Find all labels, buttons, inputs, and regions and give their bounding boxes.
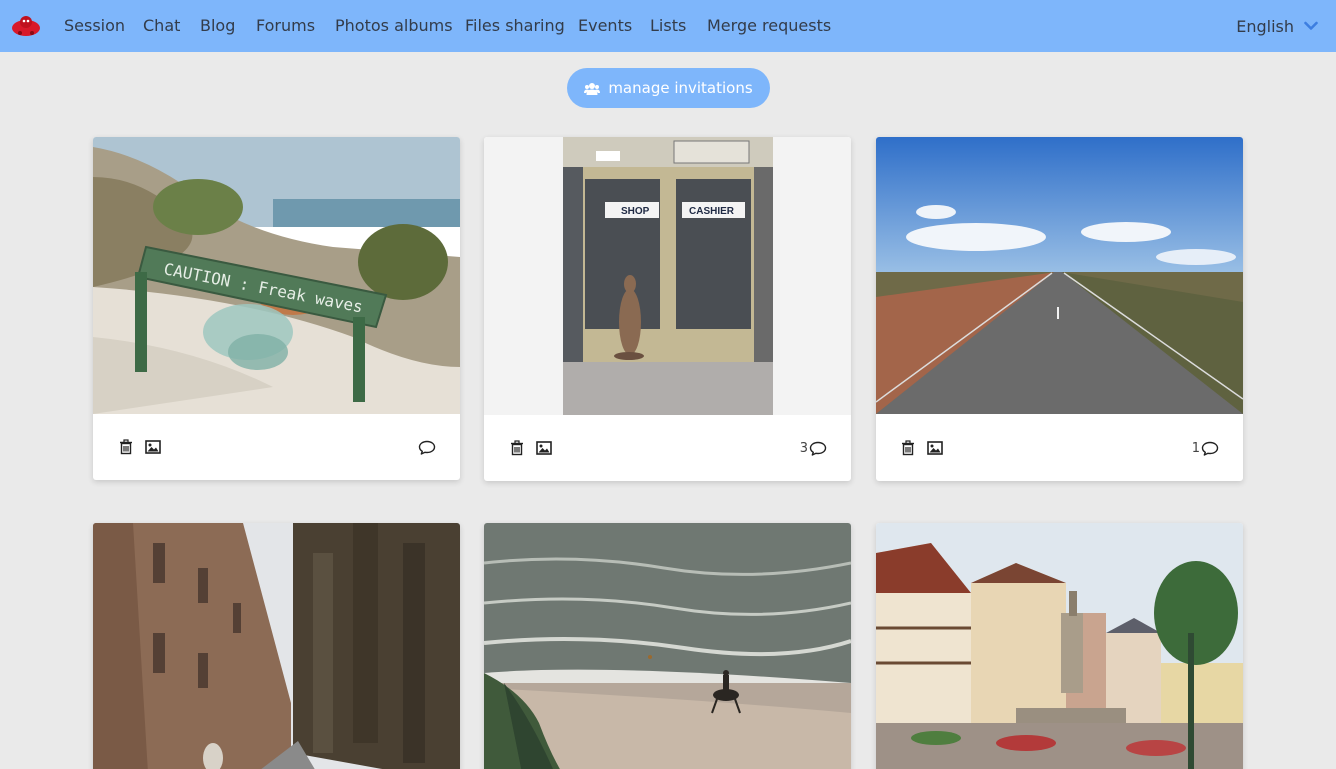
photo-thumbnail[interactable] [876, 137, 1243, 414]
language-label: English [1236, 16, 1294, 36]
image-icon[interactable] [145, 439, 161, 455]
users-icon [584, 82, 601, 95]
photo-thumbnail[interactable] [876, 523, 1243, 769]
nav-item-blog[interactable]: Blog [200, 0, 235, 52]
trash-icon[interactable] [509, 440, 525, 456]
photo-card [876, 523, 1243, 769]
manage-invitations-button[interactable]: manage invitations [567, 68, 770, 108]
photo-thumbnail[interactable] [93, 523, 460, 769]
nav-item-session[interactable]: Session [64, 0, 125, 52]
comments-button[interactable] [417, 440, 436, 455]
language-selector[interactable]: English [1236, 0, 1318, 52]
comment-icon [1201, 441, 1219, 456]
trash-icon[interactable] [118, 439, 134, 455]
photo-shop-text: SHOP [621, 206, 650, 217]
comment-icon [418, 440, 436, 455]
nav-item-photos-albums[interactable]: Photos albums [335, 0, 453, 52]
manage-invitations-label: manage invitations [608, 79, 753, 97]
photo-thumbnail[interactable] [484, 523, 851, 769]
nav-item-events[interactable]: Events [578, 0, 632, 52]
image-icon[interactable] [927, 440, 943, 456]
photo-card: 1 [876, 137, 1243, 481]
trash-icon[interactable] [900, 440, 916, 456]
chevron-down-icon [1304, 21, 1318, 30]
image-icon[interactable] [536, 440, 552, 456]
photo-card [93, 523, 460, 769]
nav-item-forums[interactable]: Forums [256, 0, 315, 52]
comment-count: 3 [799, 441, 808, 456]
photo-thumbnail[interactable]: SHOP CASHIER [484, 137, 851, 415]
nav-item-chat[interactable]: Chat [143, 0, 180, 52]
comments-button[interactable]: 1 [1192, 441, 1219, 456]
nav-item-merge-requests[interactable]: Merge requests [707, 0, 831, 52]
comment-count: 1 [1191, 441, 1200, 456]
photo-card: CAUTION : Freak waves [93, 137, 460, 480]
comment-icon [809, 441, 827, 456]
nav-item-files-sharing[interactable]: Files sharing [465, 0, 565, 52]
photo-card [484, 523, 851, 769]
comments-button[interactable]: 3 [800, 441, 827, 456]
photo-thumbnail[interactable]: CAUTION : Freak waves [93, 137, 460, 414]
top-navbar: Session Chat Blog Forums Photos albums F… [0, 0, 1336, 52]
photo-cashier-text: CASHIER [689, 206, 735, 217]
nav-item-lists[interactable]: Lists [650, 0, 686, 52]
logo-icon[interactable] [11, 13, 41, 39]
photo-card: SHOP CASHIER 3 [484, 137, 851, 481]
